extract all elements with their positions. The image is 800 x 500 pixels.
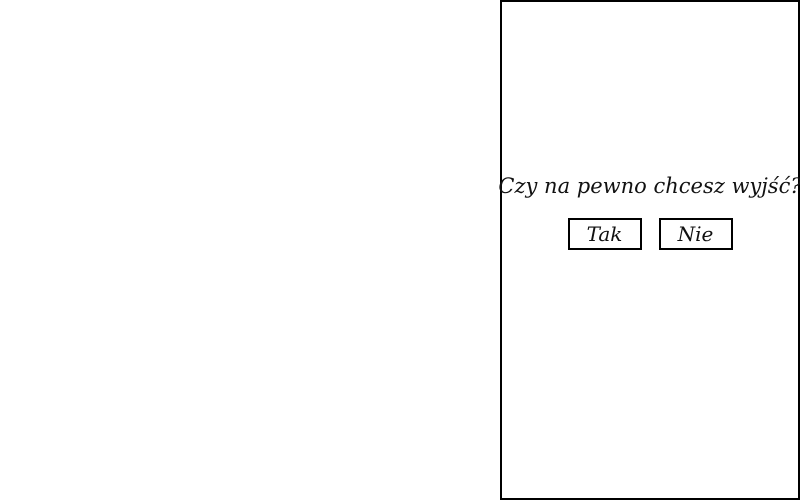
confirm-exit-button[interactable]: Tak <box>567 218 642 250</box>
screen: Czy na pewno chcesz wyjść? Tak Nie <box>0 0 800 500</box>
exit-prompt-text: Czy na pewno chcesz wyjść? <box>498 174 800 198</box>
exit-confirm-dialog: Czy na pewno chcesz wyjść? Tak Nie <box>498 0 800 500</box>
cancel-exit-button[interactable]: Nie <box>658 218 733 250</box>
dialog-button-row: Tak Nie <box>567 218 733 250</box>
